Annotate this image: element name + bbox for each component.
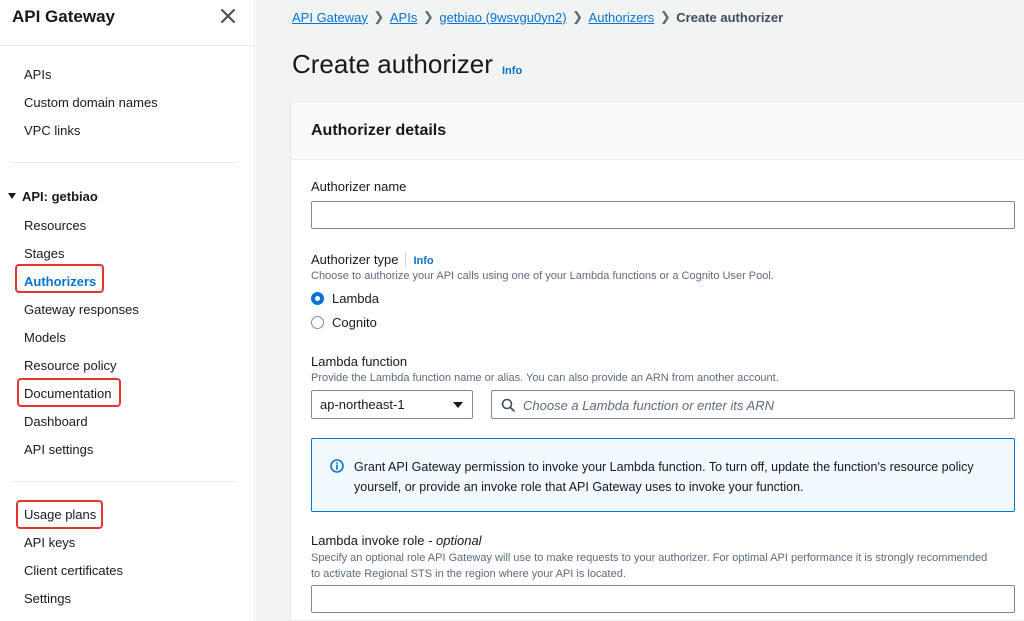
radio-lambda-label: Lambda bbox=[332, 291, 379, 306]
chevron-right-icon: ❯ bbox=[422, 9, 434, 24]
panel-title: Authorizer details bbox=[311, 122, 447, 139]
radio-option-lambda[interactable]: Lambda bbox=[311, 291, 379, 306]
highlight-box-usage-plans bbox=[16, 500, 103, 529]
radio-cognito[interactable] bbox=[311, 316, 324, 329]
sidebar-item-gateway-responses[interactable]: Gateway responses bbox=[24, 302, 139, 318]
page-title: Create authorizer bbox=[292, 49, 493, 79]
highlight-box-authorizers bbox=[15, 264, 104, 293]
page-info-link[interactable]: Info bbox=[502, 65, 522, 77]
invoke-role-label: Lambda invoke role - optional bbox=[311, 533, 482, 548]
sidebar-item-apis[interactable]: APIs bbox=[24, 67, 51, 83]
region-select-value: ap-northeast-1 bbox=[320, 397, 405, 412]
sidebar-header: API Gateway bbox=[0, 0, 255, 46]
sidebar-item-settings[interactable]: Settings bbox=[24, 591, 71, 607]
sidebar-section-label: API: getbiao bbox=[22, 189, 98, 204]
main-content: API Gateway ❯ APIs ❯ getbiao (9wsvgu0yn2… bbox=[256, 0, 1024, 621]
sidebar-item-models[interactable]: Models bbox=[24, 330, 66, 346]
sidebar-item-stages[interactable]: Stages bbox=[24, 246, 64, 262]
breadcrumb-api-gateway[interactable]: API Gateway bbox=[292, 10, 368, 25]
breadcrumb-current: Create authorizer bbox=[676, 9, 784, 25]
panel-header: Authorizer details bbox=[291, 102, 1024, 160]
sidebar-item-client-certificates[interactable]: Client certificates bbox=[24, 563, 123, 579]
search-icon bbox=[501, 398, 515, 412]
lambda-function-placeholder: Choose a Lambda function or enter its AR… bbox=[523, 398, 774, 413]
side-navigation: API Gateway APIs Custom domain names VPC… bbox=[0, 0, 255, 621]
region-select[interactable]: ap-northeast-1 bbox=[311, 390, 473, 419]
lambda-function-description: Provide the Lambda function name or alia… bbox=[311, 372, 779, 384]
authorizer-type-description: Choose to authorize your API calls using… bbox=[311, 270, 774, 282]
invoke-role-optional: - optional bbox=[428, 533, 482, 548]
invoke-role-input[interactable] bbox=[311, 585, 1015, 613]
chevron-right-icon: ❯ bbox=[373, 9, 385, 24]
caret-down-icon bbox=[8, 193, 16, 199]
sidebar-section-api[interactable]: API: getbiao bbox=[8, 189, 98, 204]
invoke-role-description-line-2: to activate Regional STS in the region w… bbox=[311, 568, 626, 580]
highlight-box-documentation bbox=[17, 378, 121, 407]
sidebar-divider bbox=[12, 481, 236, 482]
sidebar-item-api-settings[interactable]: API settings bbox=[24, 442, 93, 458]
breadcrumb-authorizers[interactable]: Authorizers bbox=[589, 10, 655, 25]
close-icon[interactable] bbox=[218, 6, 238, 26]
authorizer-type-label-text: Authorizer type bbox=[311, 252, 399, 267]
invoke-role-description-line-1: Specify an optional role API Gateway wil… bbox=[311, 552, 988, 564]
breadcrumb-api[interactable]: getbiao (9wsvgu0yn2) bbox=[439, 10, 566, 25]
breadcrumb: API Gateway ❯ APIs ❯ getbiao (9wsvgu0yn2… bbox=[292, 9, 783, 25]
permission-info-alert: Grant API Gateway permission to invoke y… bbox=[311, 438, 1015, 512]
alert-text: Grant API Gateway permission to invoke y… bbox=[354, 460, 974, 494]
sidebar-item-api-keys[interactable]: API keys bbox=[24, 535, 75, 551]
dropdown-arrow-icon bbox=[453, 402, 463, 408]
radio-lambda[interactable] bbox=[311, 292, 324, 305]
sidebar-divider bbox=[12, 162, 236, 163]
radio-option-cognito[interactable]: Cognito bbox=[311, 315, 377, 330]
authorizer-type-info-wrap: Info bbox=[405, 252, 434, 267]
sidebar-item-vpc-links[interactable]: VPC links bbox=[24, 123, 80, 139]
chevron-right-icon: ❯ bbox=[572, 9, 583, 24]
lambda-function-label: Lambda function bbox=[311, 354, 408, 369]
authorizer-type-info-link[interactable]: Info bbox=[413, 255, 433, 267]
sidebar-title[interactable]: API Gateway bbox=[12, 7, 115, 27]
sidebar-item-dashboard[interactable]: Dashboard bbox=[24, 414, 88, 430]
lambda-function-search[interactable]: Choose a Lambda function or enter its AR… bbox=[491, 390, 1015, 419]
invoke-role-label-text: Lambda invoke role bbox=[311, 533, 425, 548]
chevron-right-icon: ❯ bbox=[659, 9, 671, 24]
authorizer-type-label: Authorizer type Info bbox=[311, 252, 434, 267]
sidebar-item-resources[interactable]: Resources bbox=[24, 218, 86, 234]
authorizer-name-input[interactable] bbox=[311, 201, 1015, 229]
authorizer-details-panel: Authorizer details Authorizer name Autho… bbox=[290, 101, 1024, 621]
authorizer-name-label: Authorizer name bbox=[311, 179, 407, 194]
radio-cognito-label: Cognito bbox=[332, 315, 377, 330]
info-circle-icon bbox=[330, 459, 344, 473]
sidebar-item-custom-domain-names[interactable]: Custom domain names bbox=[24, 95, 158, 111]
sidebar-item-resource-policy[interactable]: Resource policy bbox=[24, 358, 117, 374]
breadcrumb-apis[interactable]: APIs bbox=[390, 10, 417, 25]
